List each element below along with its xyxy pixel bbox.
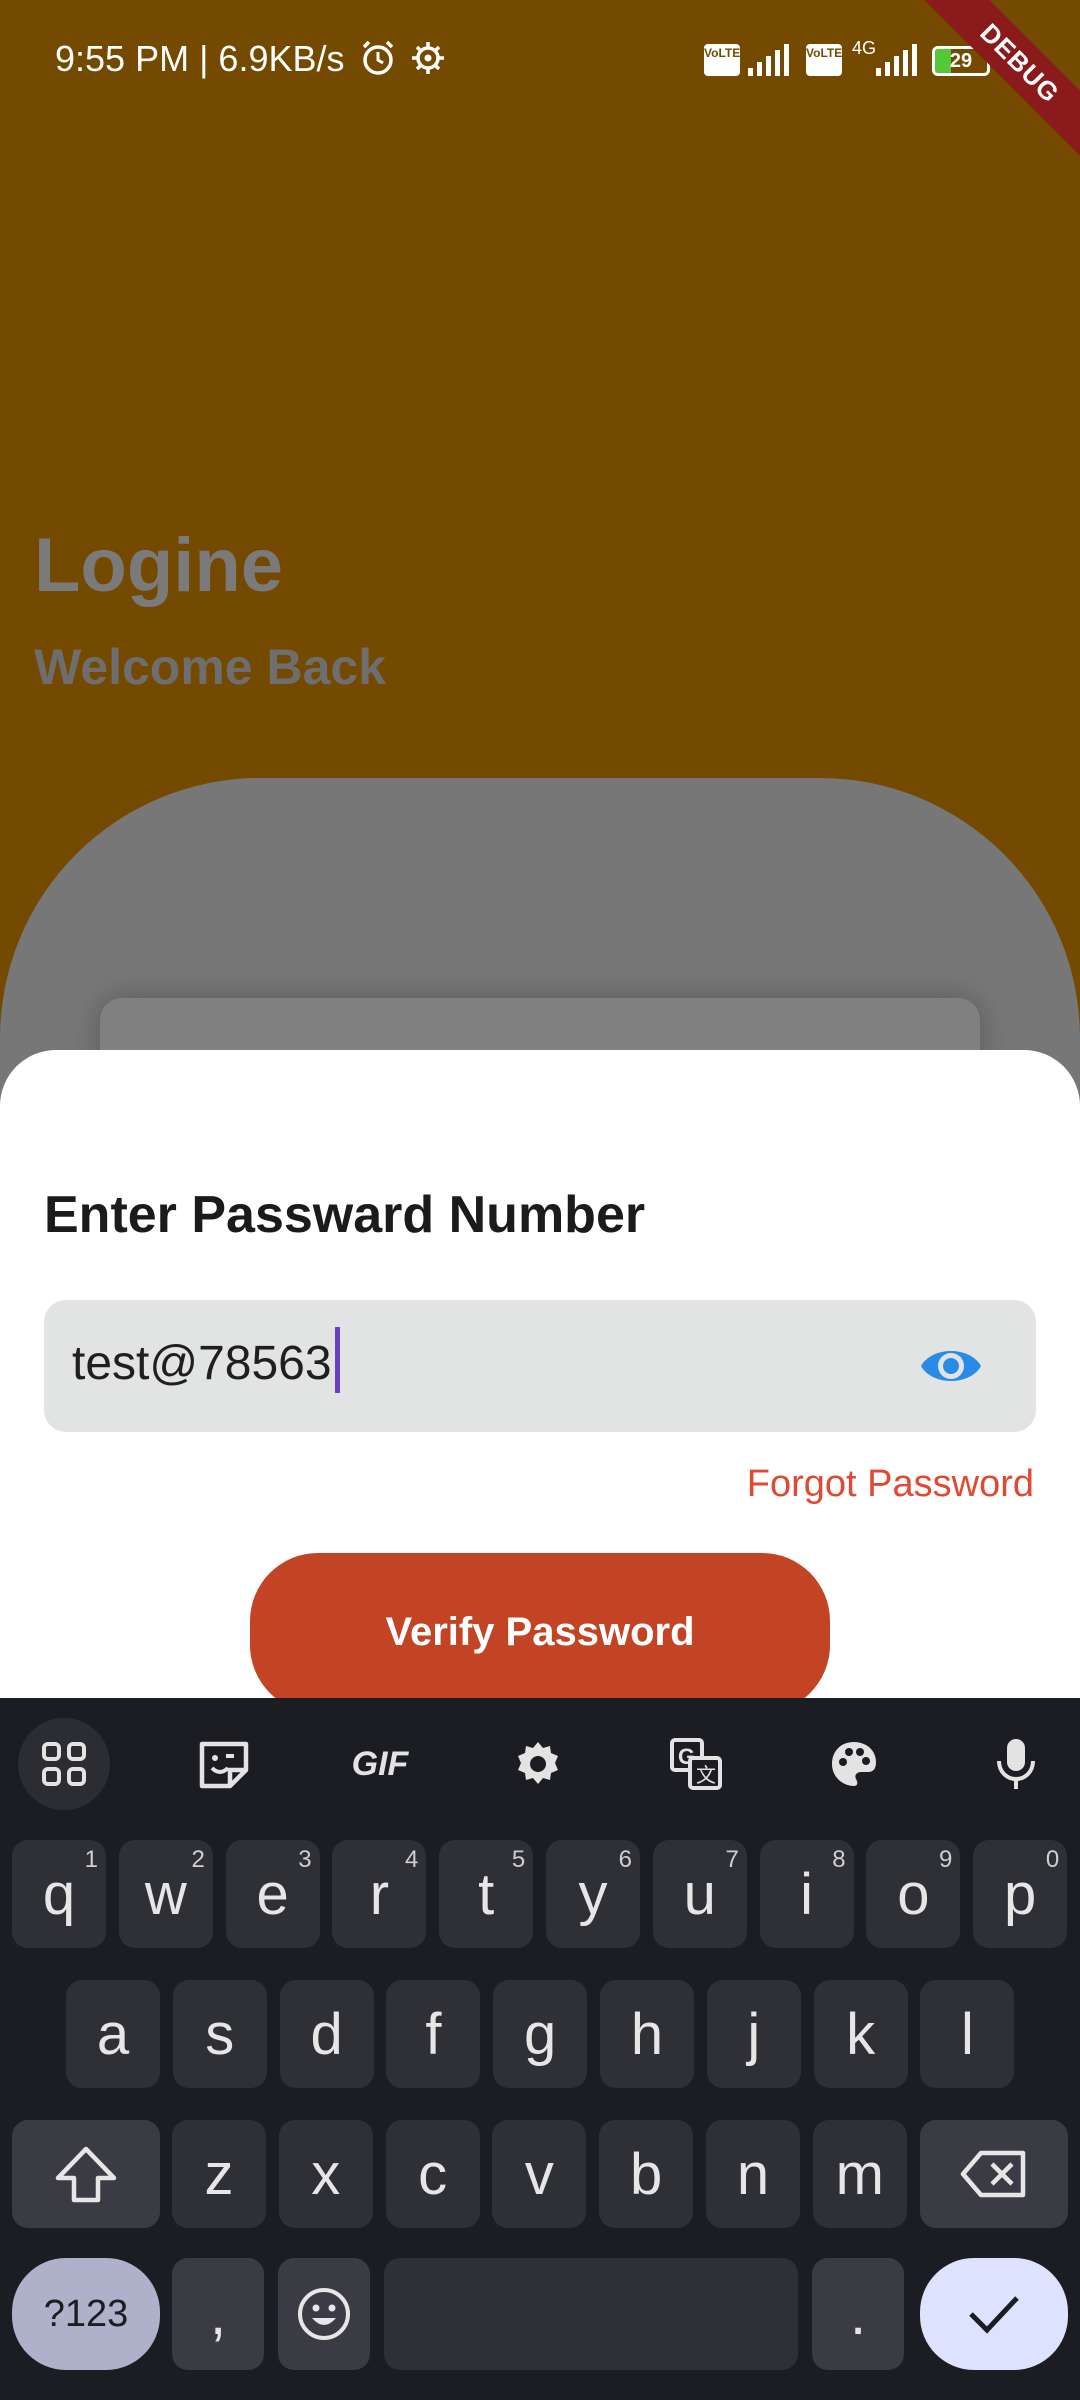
emoji-key[interactable]: [278, 2258, 370, 2370]
key-q[interactable]: q1: [12, 1840, 106, 1948]
apps-grid-icon[interactable]: [18, 1718, 110, 1810]
key-x[interactable]: x: [278, 2120, 373, 2228]
status-bar: 9:55 PM | 6.9KB/s VoLTE VoLTE 4G 29 DEBU…: [0, 0, 1080, 172]
key-t[interactable]: t5: [439, 1840, 534, 1948]
key-j[interactable]: j: [706, 1980, 801, 2088]
key-u[interactable]: u7: [652, 1840, 747, 1948]
settings-icon[interactable]: [492, 1718, 584, 1810]
comma-key[interactable]: ,: [172, 2258, 264, 2370]
sheet-title: Enter Passward Number: [44, 1186, 646, 1244]
key-p[interactable]: p0: [973, 1840, 1068, 1948]
key-label: e: [256, 1861, 289, 1927]
key-w[interactable]: w2: [118, 1840, 213, 1948]
key-hint: 8: [832, 1846, 846, 1873]
key-hint: 0: [1045, 1846, 1060, 1873]
forgot-password-link[interactable]: Forgot Password: [747, 1463, 1034, 1506]
key-label: q: [42, 1861, 76, 1927]
key-c[interactable]: c: [385, 2120, 480, 2228]
key-m[interactable]: m: [812, 2120, 907, 2228]
key-hint: 7: [725, 1846, 739, 1873]
key-hint: 1: [84, 1846, 98, 1873]
key-i[interactable]: i8: [759, 1840, 854, 1948]
key-label: o: [897, 1861, 930, 1927]
key-label: y: [578, 1861, 608, 1927]
palette-icon[interactable]: [808, 1718, 900, 1810]
backspace-key[interactable]: [920, 2120, 1068, 2228]
key-y[interactable]: y6: [546, 1840, 640, 1948]
enter-check-key[interactable]: [920, 2258, 1068, 2370]
svg-text:文: 文: [696, 1763, 716, 1787]
space-key[interactable]: [384, 2258, 798, 2370]
alarm-icon: [362, 40, 394, 75]
sim2-badge: VoLTE: [806, 44, 842, 76]
symbols-key[interactable]: ?123: [12, 2258, 160, 2370]
gif-icon[interactable]: GIF: [334, 1718, 426, 1810]
soft-keyboard: GIF G文 q1w2e3r4t5y6u7i8o9p0 asdfghjkl zx…: [0, 1698, 1080, 2400]
text-caret: [334, 1327, 340, 1394]
key-g[interactable]: g: [493, 1980, 588, 2088]
key-z[interactable]: z: [172, 2120, 266, 2228]
translate-icon[interactable]: G文: [650, 1718, 742, 1810]
debug-banner: DEBUG: [911, 0, 1080, 172]
key-h[interactable]: h: [600, 1980, 694, 2088]
key-label: t: [478, 1861, 495, 1927]
key-hint: 2: [191, 1846, 205, 1873]
network-type: 4G: [852, 38, 877, 58]
key-l[interactable]: l: [920, 1980, 1015, 2088]
key-k[interactable]: k: [813, 1980, 908, 2088]
key-hint: 5: [511, 1846, 526, 1873]
key-label: u: [683, 1861, 716, 1927]
key-f[interactable]: f: [386, 1980, 481, 2088]
key-label: w: [144, 1861, 187, 1927]
password-bottom-sheet: Enter Passward Number test@78563 Forgot …: [0, 1050, 1080, 1713]
eye-icon[interactable]: [918, 1338, 984, 1394]
password-value[interactable]: test@78563: [72, 1327, 340, 1394]
key-b[interactable]: b: [599, 2120, 694, 2228]
key-s[interactable]: s: [172, 1980, 267, 2088]
key-n[interactable]: n: [706, 2120, 800, 2228]
page-title: Logine: [34, 523, 284, 608]
sticker-icon[interactable]: [178, 1718, 270, 1810]
signal-icon: [876, 44, 917, 76]
key-a[interactable]: a: [66, 1980, 160, 2088]
verify-password-button[interactable]: Verify Password: [250, 1553, 830, 1713]
key-hint: 6: [618, 1846, 632, 1873]
password-input[interactable]: test@78563: [44, 1300, 1036, 1432]
key-e[interactable]: e3: [225, 1840, 320, 1948]
key-r[interactable]: r4: [332, 1840, 427, 1948]
mic-icon[interactable]: [970, 1718, 1062, 1810]
shift-key[interactable]: [12, 2120, 160, 2228]
period-key[interactable]: .: [812, 2258, 904, 2370]
signal-icon: [748, 44, 789, 76]
key-label: p: [1004, 1861, 1037, 1927]
page-subtitle: Welcome Back: [34, 639, 387, 695]
key-d[interactable]: d: [279, 1980, 374, 2088]
settings-gear-icon: [412, 42, 444, 74]
key-o[interactable]: o9: [866, 1840, 961, 1948]
key-hint: 3: [298, 1846, 312, 1873]
key-label: i: [800, 1861, 814, 1927]
sim1-badge: VoLTE: [704, 44, 740, 76]
key-hint: 4: [405, 1846, 419, 1873]
key-v[interactable]: v: [492, 2120, 587, 2228]
key-label: r: [369, 1861, 390, 1927]
status-time: 9:55 PM | 6.9KB/s: [55, 38, 345, 79]
key-hint: 9: [939, 1846, 953, 1873]
